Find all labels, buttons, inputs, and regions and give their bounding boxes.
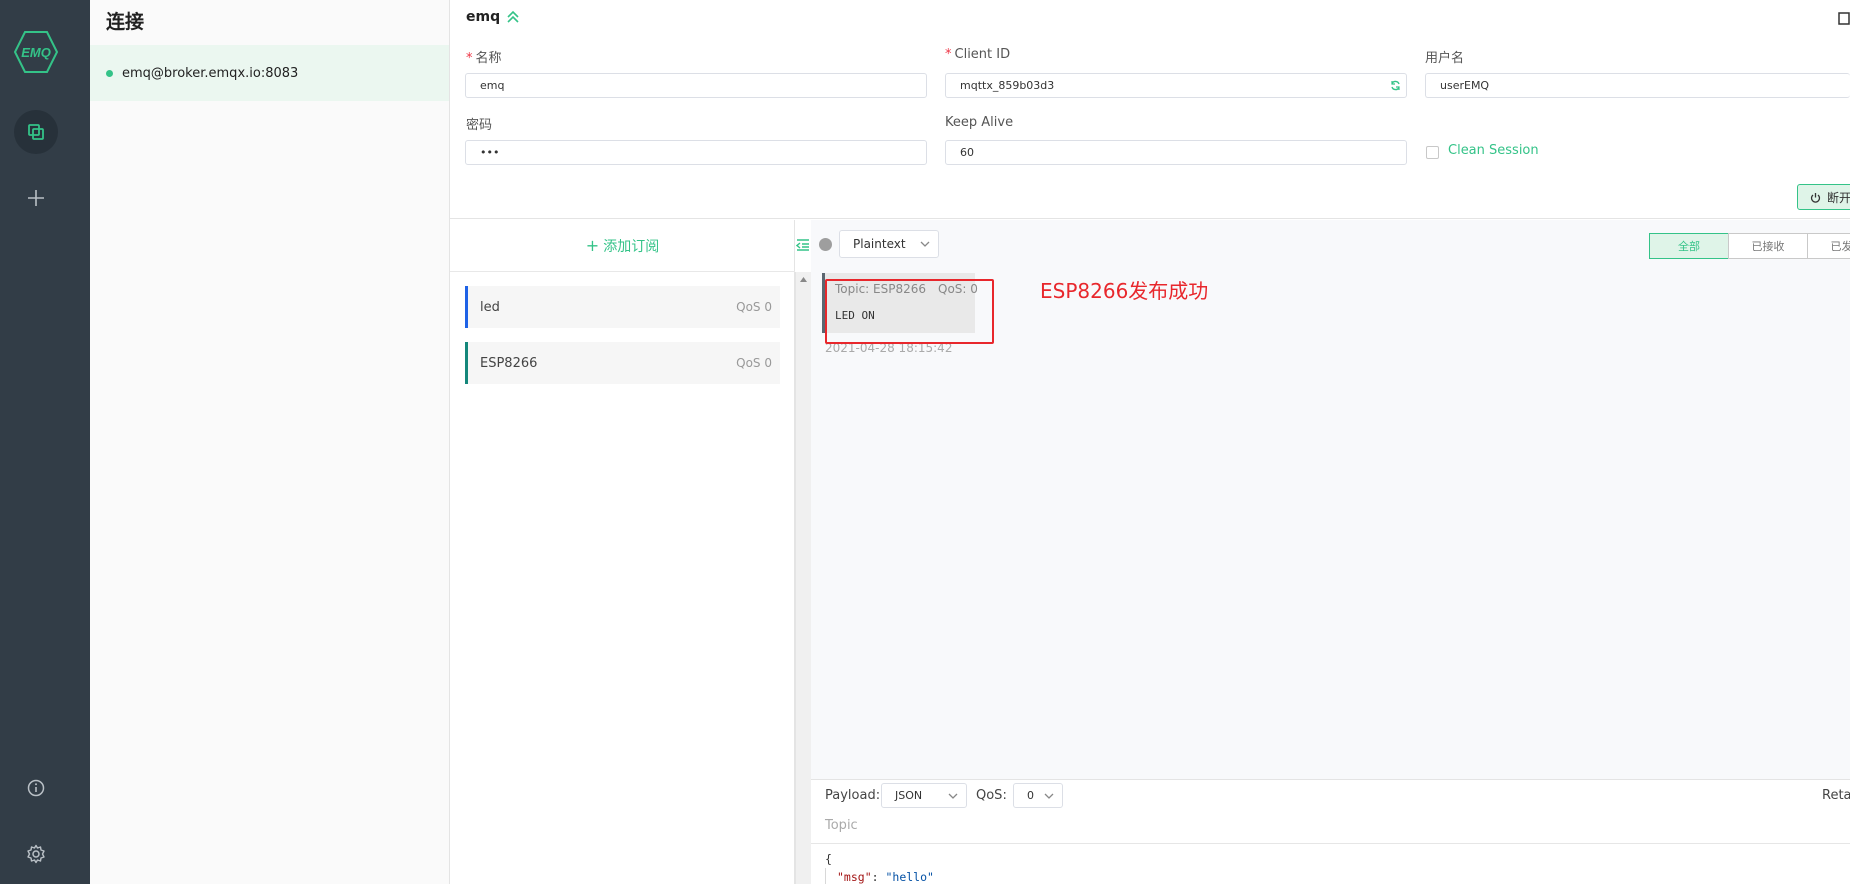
keepalive-label: Keep Alive: [945, 115, 1014, 130]
main-area: emq * 名称 emq * Client ID mqttx_859b03d3 用户…: [450, 0, 1850, 884]
subscription-item[interactable]: ESP8266 QoS 0: [465, 342, 780, 384]
client-id-value: mqttx_859b03d3: [960, 79, 1055, 92]
nav-about-button[interactable]: [14, 766, 58, 810]
add-subscription-label: 添加订阅: [603, 238, 660, 255]
editor-indent-guide: [825, 868, 826, 884]
power-icon: [1810, 192, 1821, 203]
username-input[interactable]: userEMQ: [1425, 73, 1850, 98]
payload-format-value: Plaintext: [853, 237, 906, 251]
password-label: 密码: [466, 118, 493, 133]
qos-value: 0: [1027, 789, 1034, 802]
connection-status-indicator: [819, 238, 832, 251]
scrollbar[interactable]: [795, 272, 811, 884]
connections-icon: [28, 124, 44, 140]
scroll-up-icon[interactable]: [800, 277, 807, 282]
info-icon: [27, 779, 45, 797]
clean-session-checkbox[interactable]: [1426, 146, 1439, 159]
editor-value: "hello": [885, 870, 934, 884]
annotation-text: ESP8266发布成功: [1040, 279, 1209, 303]
client-id-label: * Client ID: [945, 47, 1011, 62]
chevron-down-icon: [920, 241, 930, 247]
password-input[interactable]: •••: [465, 140, 927, 165]
plus-icon: +: [585, 236, 600, 255]
qos-label: QoS:: [976, 788, 1007, 803]
tab-all[interactable]: 全部: [1649, 233, 1729, 259]
subscription-topic: led: [480, 299, 500, 315]
nav-rail: EMQ: [0, 0, 90, 884]
publish-format-value: JSON: [895, 789, 923, 802]
chevron-down-icon: [1044, 793, 1054, 799]
name-label: * 名称: [466, 51, 502, 66]
messages-panel: Plaintext 全部 已接收 已发送 Topic: ESP8266QoS: …: [811, 220, 1850, 780]
editor-line: "msg": "hello": [825, 868, 934, 884]
tab-sent[interactable]: 已发送: [1807, 233, 1850, 259]
payload-label: Payload:: [825, 788, 881, 803]
clean-session-label[interactable]: Clean Session: [1448, 143, 1539, 158]
tab-received[interactable]: 已接收: [1728, 233, 1808, 259]
connection-item[interactable]: emq@broker.emqx.io:8083: [90, 45, 449, 101]
keepalive-input[interactable]: 60: [945, 140, 1407, 165]
message-filter-tabs: 全部 已接收 已发送: [1649, 233, 1850, 259]
subscription-qos: QoS 0: [736, 356, 772, 370]
client-id-input[interactable]: mqttx_859b03d3: [945, 73, 1407, 98]
topic-input[interactable]: Topic: [825, 818, 858, 833]
connection-title: emq: [466, 9, 501, 25]
fold-menu-icon[interactable]: [795, 238, 810, 256]
name-input[interactable]: emq: [465, 73, 927, 98]
collapse-icon[interactable]: [506, 10, 520, 28]
editor-colon: :: [871, 870, 886, 884]
disconnect-label: 断开: [1827, 190, 1850, 205]
divider: [811, 843, 1850, 844]
publish-format-select[interactable]: JSON: [881, 783, 967, 808]
connection-name: emq@broker.emqx.io:8083: [122, 65, 299, 81]
emq-logo: EMQ: [13, 31, 59, 73]
connections-panel: 连接 emq@broker.emqx.io:8083: [90, 0, 450, 884]
nav-connections-button[interactable]: [14, 110, 58, 154]
connection-status-dot: [106, 69, 113, 77]
subscription-qos: QoS 0: [736, 300, 772, 314]
qos-select[interactable]: 0: [1013, 783, 1063, 808]
gear-icon: [27, 844, 45, 864]
username-label: 用户名: [1425, 51, 1465, 66]
plus-icon: [28, 190, 44, 206]
payload-format-select[interactable]: Plaintext: [839, 230, 939, 258]
refresh-icon[interactable]: [1390, 80, 1401, 91]
logo-text: EMQ: [21, 45, 51, 60]
payload-editor[interactable]: { "msg": "hello": [825, 850, 934, 884]
edit-icon[interactable]: [1838, 11, 1850, 29]
editor-line: {: [825, 852, 832, 866]
nav-new-connection-button[interactable]: [14, 176, 58, 220]
subscription-item[interactable]: led QoS 0: [465, 286, 780, 328]
publish-panel: Payload: JSON QoS: 0 Retain Topic { "msg…: [811, 779, 1850, 884]
add-subscription-button[interactable]: + 添加订阅: [450, 220, 795, 272]
disconnect-button[interactable]: 断开: [1797, 184, 1850, 210]
connections-title: 连接: [106, 11, 145, 33]
connection-info-panel: emq * 名称 emq * Client ID mqttx_859b03d3 用户…: [450, 0, 1850, 219]
subscription-topic: ESP8266: [480, 355, 538, 371]
nav-settings-button[interactable]: [14, 832, 58, 876]
retain-label[interactable]: Retain: [1822, 788, 1850, 803]
subscriptions-panel: + 添加订阅 led QoS 0 ESP8266 QoS 0: [450, 220, 811, 884]
chevron-down-icon: [948, 793, 958, 799]
editor-key: "msg": [837, 870, 872, 884]
annotation-box: [825, 279, 994, 344]
